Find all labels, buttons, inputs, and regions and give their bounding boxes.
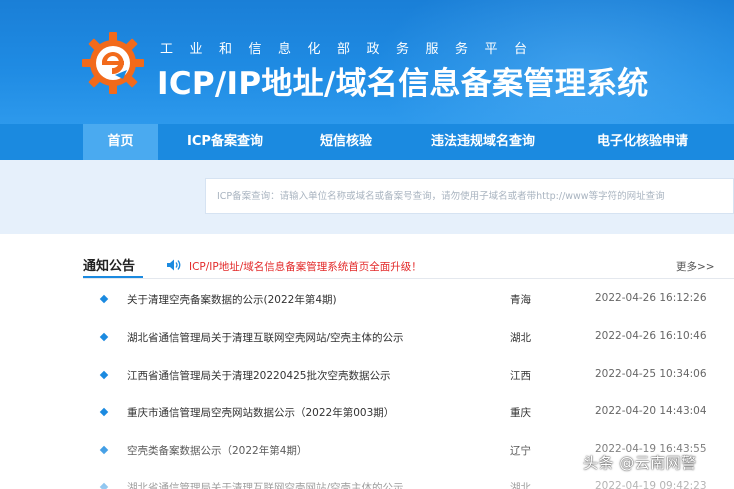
header-banner: 工业和信息化部政务服务平台 ICP/IP地址/域名信息备案管理系统 (0, 0, 734, 124)
diamond-bullet-icon (99, 482, 109, 489)
page-title: ICP/IP地址/域名信息备案管理系统 (157, 66, 649, 102)
speaker-icon (167, 259, 181, 271)
nav-item-icp-query[interactable]: ICP备案查询 (170, 124, 280, 160)
announcement-link[interactable]: ICP/IP地址/域名信息备案管理系统首页全面升级！ (189, 259, 422, 274)
notice-region: 江西 (510, 370, 531, 382)
list-item[interactable]: 湖北省通信管理局关于清理互联网空壳网站/空壳主体的公示 湖北 2022-04-1… (0, 478, 734, 489)
nav-item-sms-verify[interactable]: 短信核验 (300, 124, 392, 160)
search-input[interactable] (206, 179, 733, 213)
nav-item-home[interactable]: 首页 (83, 124, 158, 160)
notice-title[interactable]: 重庆市通信管理局空壳网站数据公示（2022年第003期） (127, 405, 394, 420)
nav-item-e-verify-apply[interactable]: 电子化核验申请 (575, 124, 710, 160)
list-item[interactable]: 湖北省通信管理局关于清理互联网空壳网站/空壳主体的公示 湖北 2022-04-2… (0, 328, 734, 348)
notice-title[interactable]: 湖北省通信管理局关于清理互联网空壳网站/空壳主体的公示 (127, 480, 404, 489)
diamond-bullet-icon (99, 407, 109, 417)
nav-item-illegal-domain-query[interactable]: 违法违规域名查询 (408, 124, 558, 160)
search-box (205, 178, 734, 214)
diamond-bullet-icon (99, 294, 109, 304)
notice-region: 湖北 (510, 332, 531, 344)
main-nav: 首页 ICP备案查询 短信核验 违法违规域名查询 电子化核验申请 (0, 124, 734, 160)
notice-time: 2022-04-20 14:43:04 (595, 405, 707, 417)
notice-time: 2022-04-26 16:10:46 (595, 330, 707, 342)
list-item[interactable]: 重庆市通信管理局空壳网站数据公示（2022年第003期） 重庆 2022-04-… (0, 403, 734, 423)
notice-time: 2022-04-19 09:42:23 (595, 480, 707, 489)
diamond-bullet-icon (99, 445, 109, 455)
more-link[interactable]: 更多>> (676, 259, 715, 274)
gear-e-logo-icon[interactable] (82, 30, 144, 96)
diamond-bullet-icon (99, 370, 109, 380)
notice-time: 2022-04-25 10:34:06 (595, 368, 707, 380)
notice-title[interactable]: 湖北省通信管理局关于清理互联网空壳网站/空壳主体的公示 (127, 330, 404, 345)
notice-section-title: 通知公告 (83, 259, 136, 274)
notice-title[interactable]: 江西省通信管理局关于清理20220425批次空壳数据公示 (127, 368, 390, 383)
header-subtitle: 工业和信息化部政务服务平台 (160, 42, 544, 57)
notice-time: 2022-04-26 16:12:26 (595, 292, 707, 304)
notice-title[interactable]: 空壳类备案数据公示（2022年第4期） (127, 443, 307, 458)
watermark: 头条 @云南网警 (583, 454, 697, 472)
notice-region: 辽宁 (510, 445, 531, 457)
diamond-bullet-icon (99, 332, 109, 342)
notice-region: 重庆 (510, 407, 531, 419)
notice-title[interactable]: 关于清理空壳备案数据的公示(2022年第4期) (127, 292, 337, 307)
notice-region: 青海 (510, 294, 531, 306)
notice-region: 湖北 (510, 482, 531, 489)
search-band (0, 160, 734, 234)
list-item[interactable]: 关于清理空壳备案数据的公示(2022年第4期) 青海 2022-04-26 16… (0, 290, 734, 310)
list-item[interactable]: 江西省通信管理局关于清理20220425批次空壳数据公示 江西 2022-04-… (0, 366, 734, 386)
notice-divider (83, 278, 734, 279)
